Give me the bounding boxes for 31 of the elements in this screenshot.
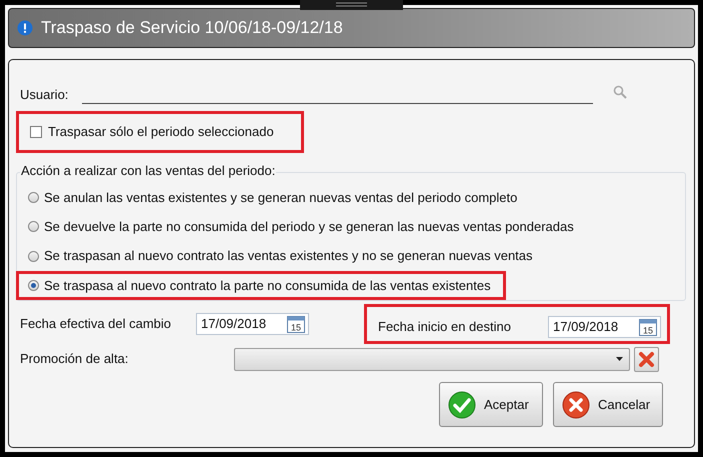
- cross-icon: [562, 390, 590, 418]
- checkmark-icon: [448, 390, 476, 418]
- info-icon: [17, 20, 33, 36]
- field-label: Usuario:: [20, 86, 68, 104]
- date-field[interactable]: 17/09/2018 15: [196, 312, 309, 334]
- date-label: Fecha inicio en destino: [378, 318, 512, 336]
- calendar-icon[interactable]: 15: [286, 314, 306, 334]
- drag-handle-icon[interactable]: [300, 0, 403, 10]
- promotion-dropdown[interactable]: [234, 348, 630, 370]
- radio-button[interactable]: [28, 192, 39, 204]
- radio-label: Se traspasa al nuevo contrato la parte no consumida de las ventas existentes: [44, 276, 491, 295]
- calendar-icon[interactable]: 15: [638, 316, 658, 336]
- radio-label: Se traspasan al nuevo contrato las ventas existentes y no se generan nuevas ventas: [44, 247, 533, 266]
- window-title: Traspaso de Servicio 10/06/18-09/12/18: [41, 17, 343, 40]
- checkbox[interactable]: [30, 126, 42, 138]
- radio-button[interactable]: [28, 280, 39, 291]
- accept-button[interactable]: Aceptar: [439, 382, 543, 427]
- cancel-button[interactable]: Cancelar: [553, 382, 663, 427]
- cross-icon: [638, 350, 655, 368]
- radio-button[interactable]: [28, 221, 39, 232]
- search-icon[interactable]: [613, 85, 627, 99]
- radio-button[interactable]: [28, 250, 39, 262]
- dropdown-arrow-icon: [616, 357, 623, 361]
- radio-label: Se anulan las ventas existentes y se generan nuevas ventas del periodo completo: [44, 188, 518, 207]
- date-field[interactable]: 17/09/2018 15: [548, 316, 661, 338]
- field-label: Promoción de alta:: [20, 350, 130, 368]
- radio-label: Se devuelve la parte no consumida del periodo y se generan las nuevas ventas ponderadas: [44, 218, 574, 236]
- checkbox-label: Traspasar sólo el periodo seleccionado: [48, 123, 274, 142]
- group-legend: Acción a realizar con las ventas del periodo:: [20, 163, 276, 179]
- date-label: Fecha efectiva del cambio: [20, 314, 172, 333]
- clear-button[interactable]: [634, 346, 659, 372]
